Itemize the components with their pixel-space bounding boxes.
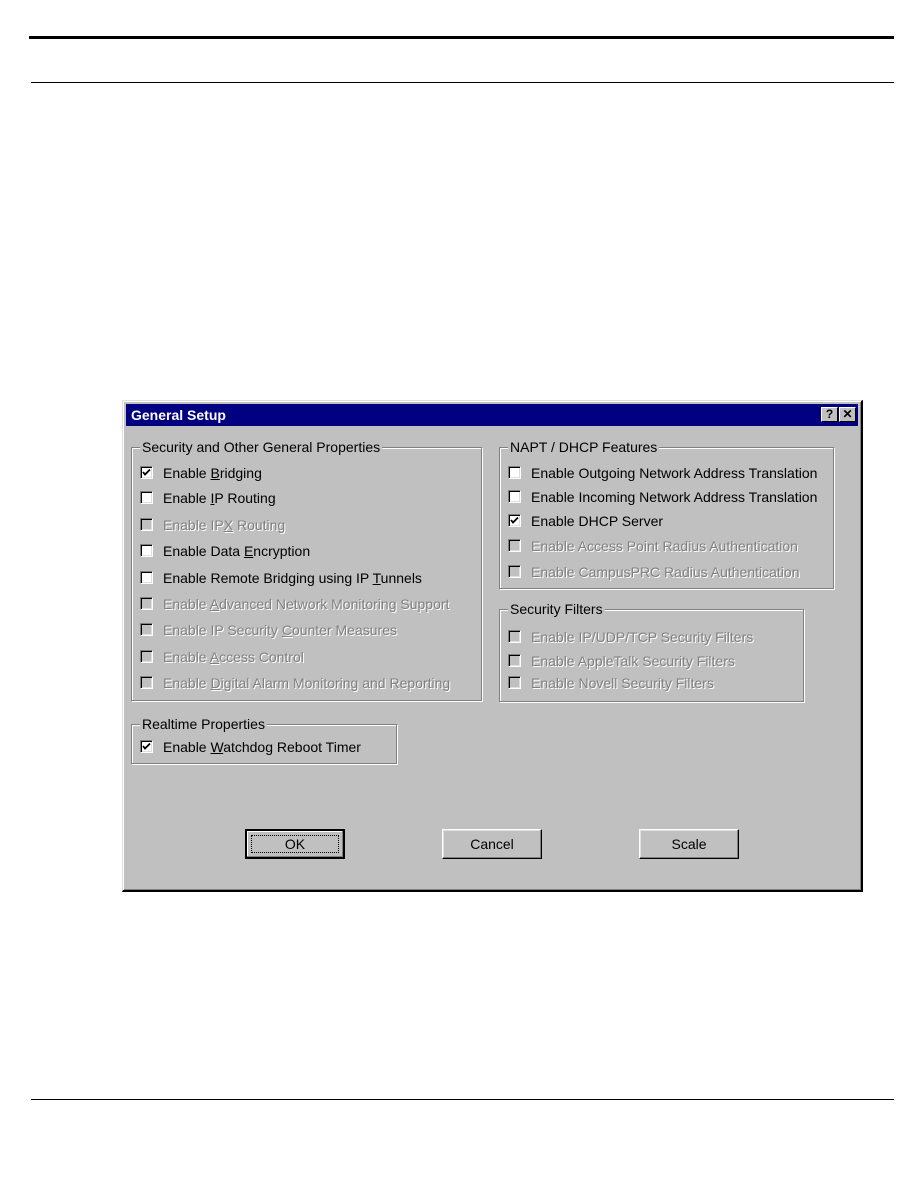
cancel-button[interactable]: Cancel xyxy=(442,829,542,859)
checkbox-unchecked-icon[interactable] xyxy=(508,466,521,479)
checkbox-unchecked-icon xyxy=(508,676,521,689)
close-button[interactable]: ✕ xyxy=(839,407,856,422)
checkbox-unchecked-icon[interactable] xyxy=(140,544,153,557)
checkbox-unchecked-icon[interactable] xyxy=(140,491,153,504)
group-label: Realtime Properties xyxy=(140,716,267,732)
dialog-titlebar[interactable]: General Setup ? ✕ xyxy=(126,404,858,426)
help-button[interactable]: ? xyxy=(821,407,838,422)
checkbox-label: Enable Novell Security Filters xyxy=(531,675,714,691)
checkbox-label: Enable Remote Bridging using IP Tunnels xyxy=(163,570,422,586)
checkbox-unchecked-icon[interactable] xyxy=(140,571,153,584)
checkbox-unchecked-icon xyxy=(508,539,521,552)
group-napt-dhcp: NAPT / DHCP Features Enable Outgoing Net… xyxy=(499,439,834,589)
general-setup-dialog: General Setup ? ✕ Security and Other Gen… xyxy=(122,400,863,892)
checkbox-label: Enable Outgoing Network Address Translat… xyxy=(531,465,818,481)
ok-button[interactable]: OK xyxy=(245,829,345,859)
group-security-filters: Security Filters Enable IP/UDP/TCP Secur… xyxy=(499,601,804,702)
group-label: Security Filters xyxy=(508,601,605,617)
checkbox-unchecked-icon xyxy=(140,623,153,636)
checkbox-label: Enable Digital Alarm Monitoring and Repo… xyxy=(163,675,451,691)
scale-button[interactable]: Scale xyxy=(639,829,739,859)
checkbox-label: Enable IP Routing xyxy=(163,490,276,506)
group-label: NAPT / DHCP Features xyxy=(508,439,660,455)
checkbox-unchecked-icon xyxy=(508,654,521,667)
checkbox-label: Enable Data Encryption xyxy=(163,543,311,559)
group-realtime-properties: Realtime Properties Enable Watchdog Rebo… xyxy=(131,716,397,764)
checkbox-label: Enable Access Point Radius Authenticatio… xyxy=(531,538,798,554)
checkbox-unchecked-icon xyxy=(508,565,521,578)
checkbox-unchecked-icon[interactable] xyxy=(508,490,521,503)
checkbox-label: Enable DHCP Server xyxy=(531,513,664,529)
group-label: Security and Other General Properties xyxy=(140,439,383,455)
checkbox-label: Enable IPX Routing xyxy=(163,517,286,533)
checkbox-label: Enable Access Control xyxy=(163,649,304,665)
group-security-properties: Security and Other General Properties En… xyxy=(131,439,482,701)
checkbox-label: Enable Incoming Network Address Translat… xyxy=(531,489,818,505)
checkbox-label: Enable IP Security Counter Measures xyxy=(163,622,397,638)
checkbox-label: Enable CampusPRC Radius Authentication xyxy=(531,564,800,580)
checkbox-unchecked-icon xyxy=(508,630,521,643)
checkbox-label: Enable IP/UDP/TCP Security Filters xyxy=(531,629,754,645)
header-rule-thick xyxy=(29,36,894,39)
checkbox-unchecked-icon xyxy=(140,650,153,663)
checkbox-unchecked-icon xyxy=(140,518,153,531)
checkbox-checked-icon[interactable] xyxy=(140,466,153,479)
checkbox-unchecked-icon xyxy=(140,597,153,610)
cancel-button-label: Cancel xyxy=(470,835,514,852)
footer-rule xyxy=(31,1099,894,1100)
header-rule-thin xyxy=(31,82,894,83)
checkbox-checked-icon[interactable] xyxy=(508,514,521,527)
checkbox-label: Enable AppleTalk Security Filters xyxy=(531,653,735,669)
checkbox-label: Enable Bridging xyxy=(163,465,262,481)
checkbox-label: Enable Watchdog Reboot Timer xyxy=(163,739,361,755)
help-icon: ? xyxy=(825,407,834,421)
ok-button-label: OK xyxy=(284,835,306,852)
scale-button-label: Scale xyxy=(671,835,707,852)
checkbox-unchecked-icon xyxy=(140,676,153,689)
checkbox-label: Enable Advanced Network Monitoring Suppo… xyxy=(163,596,450,612)
dialog-title: General Setup xyxy=(131,407,226,423)
close-icon: ✕ xyxy=(842,407,853,421)
checkbox-checked-icon[interactable] xyxy=(140,740,153,753)
